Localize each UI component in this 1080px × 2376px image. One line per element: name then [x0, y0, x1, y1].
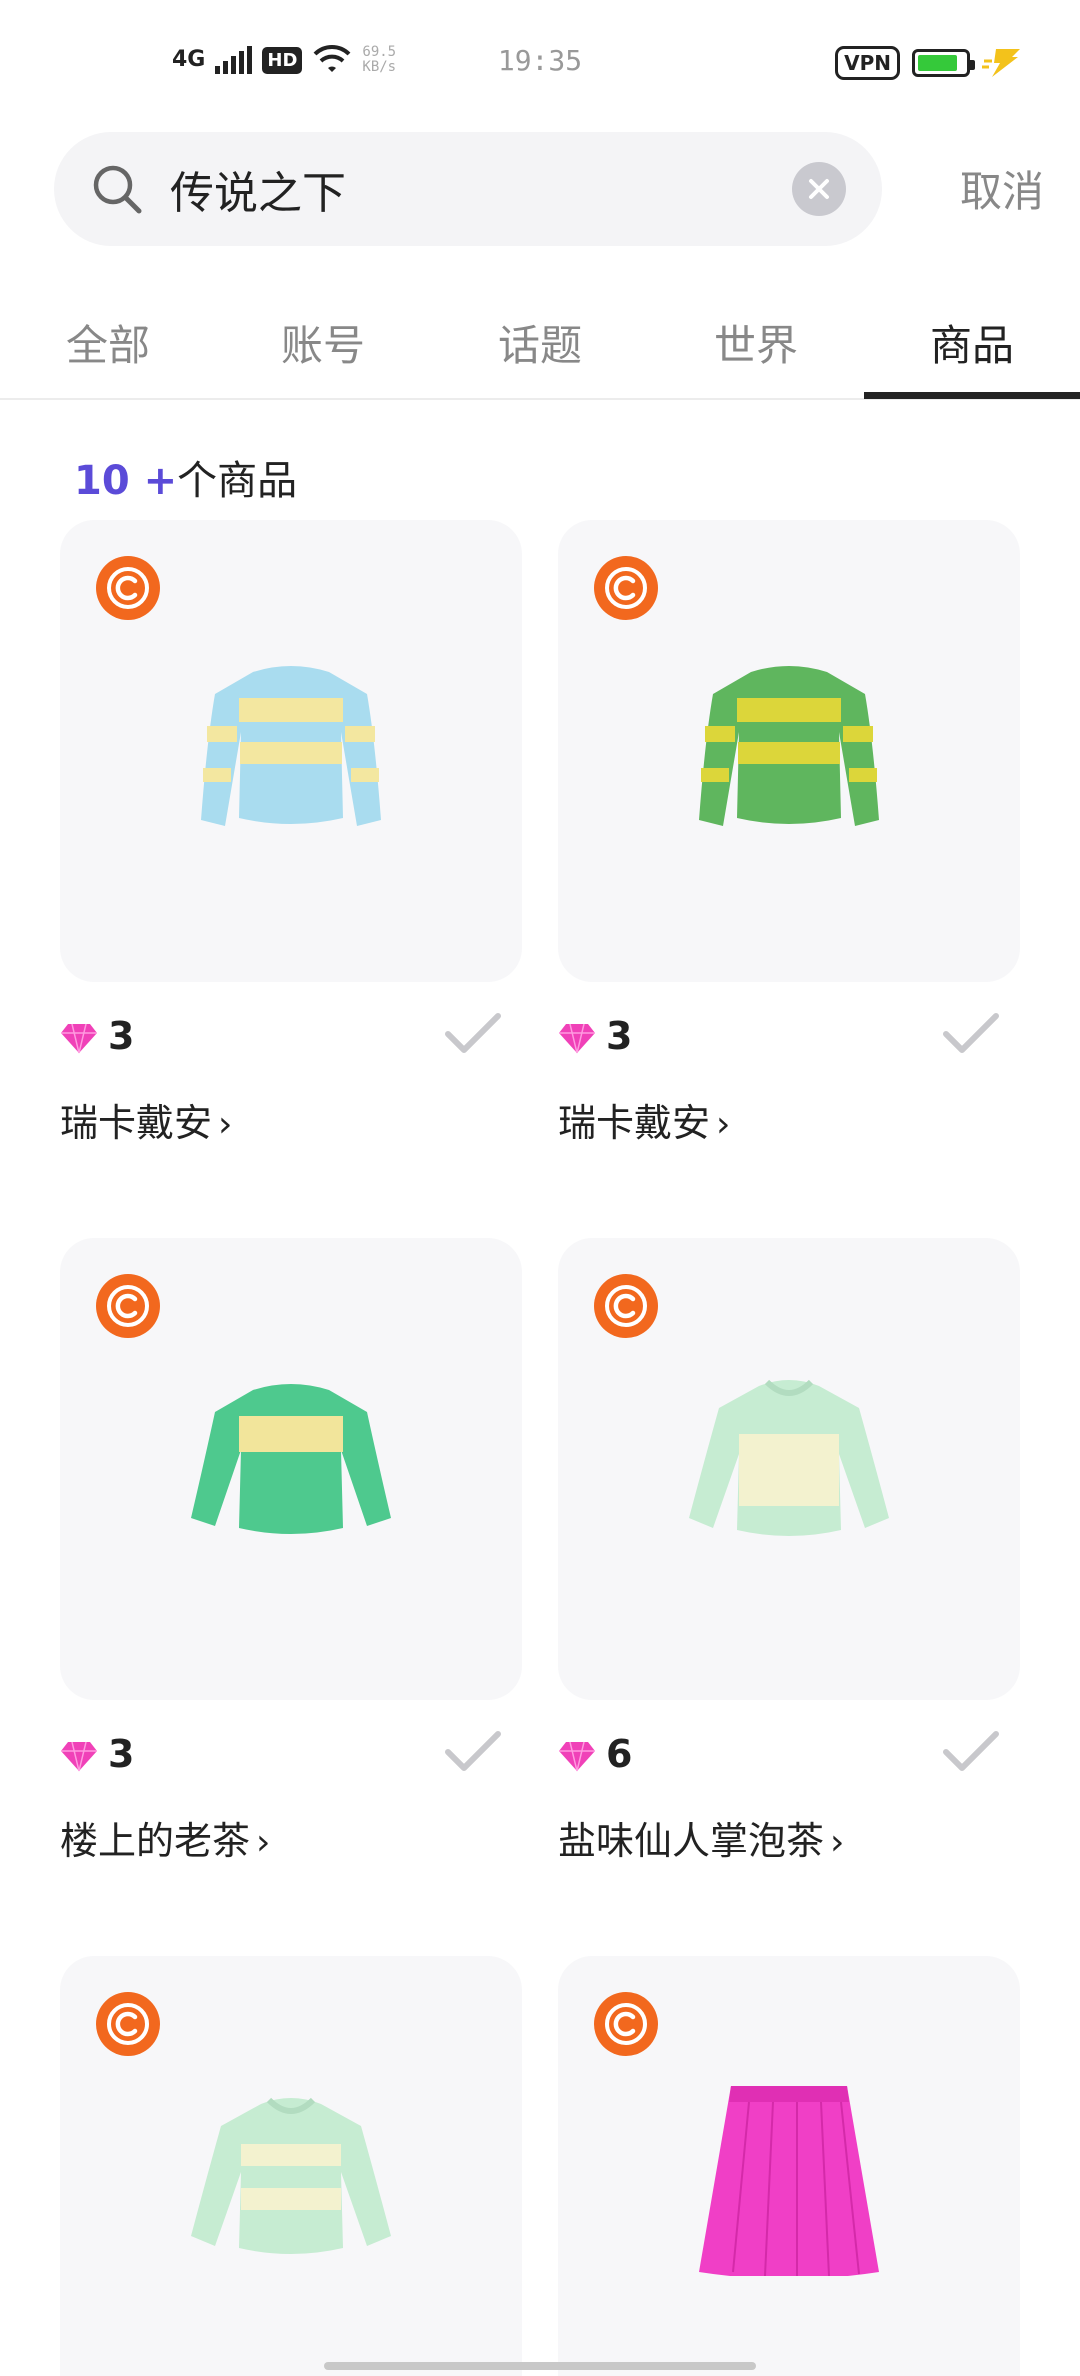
result-count: 10 +个商品	[74, 448, 297, 506]
price: 6	[606, 1732, 633, 1776]
price: 3	[606, 1014, 633, 1058]
check-icon[interactable]	[942, 1728, 1000, 1776]
search-field[interactable]	[54, 132, 882, 246]
product-card[interactable]	[60, 1956, 522, 2376]
chevron-right-icon: ›	[218, 1104, 233, 1145]
seller-link[interactable]: 盐味仙人掌泡茶 ›	[558, 1810, 844, 1865]
product-card[interactable]: 3 楼上的老茶 ›	[60, 1238, 522, 1863]
price-row: 3	[60, 1728, 522, 1788]
seller-name: 瑞卡戴安	[60, 1101, 213, 1145]
status-right: VPN	[835, 46, 1022, 80]
sweater-image	[191, 1384, 391, 1534]
seller-name: 瑞卡戴安	[558, 1101, 711, 1145]
tab-bar: 全部 账号 话题 世界 商品	[0, 300, 1080, 400]
copyright-badge-icon	[96, 1274, 160, 1338]
active-tab-indicator	[864, 392, 1080, 399]
product-image-area[interactable]	[558, 520, 1020, 982]
product-image-area[interactable]	[60, 1956, 522, 2376]
chevron-right-icon: ›	[716, 1104, 731, 1145]
gem-icon	[61, 1023, 97, 1054]
tab-all[interactable]: 全部	[38, 312, 178, 373]
cancel-button[interactable]: 取消	[960, 158, 1044, 219]
gem-icon	[559, 1741, 595, 1772]
check-icon[interactable]	[444, 1728, 502, 1776]
product-card[interactable]: 3 瑞卡戴安 ›	[60, 520, 522, 1145]
tab-accounts[interactable]: 账号	[253, 312, 393, 373]
price: 3	[108, 1014, 135, 1058]
tab-worlds[interactable]: 世界	[686, 312, 826, 373]
home-indicator[interactable]	[324, 2362, 756, 2370]
result-count-number: 10 +	[74, 458, 178, 504]
tab-products[interactable]: 商品	[902, 312, 1042, 373]
battery-icon	[912, 49, 975, 77]
vpn-badge: VPN	[835, 46, 900, 80]
skirt-image	[699, 2086, 879, 2276]
seller-link[interactable]: 瑞卡戴安 ›	[60, 1092, 232, 1147]
gem-icon	[559, 1023, 595, 1054]
hoodie-image	[689, 1379, 889, 1536]
app-screen: 4G HD 69.5 KB/s 19:35 VPN 传说之下 取消 全部 账号 …	[0, 0, 1080, 2376]
sweater-image	[699, 666, 879, 826]
product-image-area[interactable]	[558, 1238, 1020, 1700]
copyright-badge-icon	[594, 556, 658, 620]
chevron-right-icon: ›	[256, 1822, 271, 1863]
product-card[interactable]	[558, 1956, 1020, 2376]
price-row: 3	[558, 1010, 1020, 1070]
chevron-right-icon: ›	[830, 1822, 845, 1863]
check-icon[interactable]	[942, 1010, 1000, 1058]
check-icon[interactable]	[444, 1010, 502, 1058]
battery-level	[918, 55, 958, 71]
search-input[interactable]	[170, 154, 730, 224]
seller-name: 楼上的老茶	[60, 1819, 251, 1863]
gem-icon	[61, 1741, 97, 1772]
hoodie-image	[191, 2097, 391, 2254]
sweater-image	[201, 666, 381, 826]
product-image-area[interactable]	[60, 520, 522, 982]
charging-icon	[982, 49, 1020, 77]
price-row: 6	[558, 1728, 1020, 1788]
result-count-suffix: 个商品	[177, 458, 298, 504]
product-image-area[interactable]	[558, 1956, 1020, 2376]
product-card[interactable]: 6 盐味仙人掌泡茶 ›	[558, 1238, 1020, 1863]
tab-topics[interactable]: 话题	[470, 312, 610, 373]
search-bar: 取消	[54, 132, 1044, 246]
seller-name: 盐味仙人掌泡茶	[558, 1819, 825, 1863]
clear-search-icon[interactable]	[792, 162, 846, 216]
price-row: 3	[60, 1010, 522, 1070]
seller-link[interactable]: 瑞卡戴安 ›	[558, 1092, 730, 1147]
copyright-badge-icon	[96, 1992, 160, 2056]
search-icon	[93, 165, 142, 214]
copyright-badge-icon	[594, 1992, 658, 2056]
product-image-area[interactable]	[60, 1238, 522, 1700]
copyright-badge-icon	[594, 1274, 658, 1338]
seller-link[interactable]: 楼上的老茶 ›	[60, 1810, 270, 1865]
copyright-badge-icon	[96, 556, 160, 620]
product-card[interactable]: 3 瑞卡戴安 ›	[558, 520, 1020, 1145]
status-bar: 4G HD 69.5 KB/s 19:35 VPN	[0, 0, 1080, 120]
price: 3	[108, 1732, 135, 1776]
